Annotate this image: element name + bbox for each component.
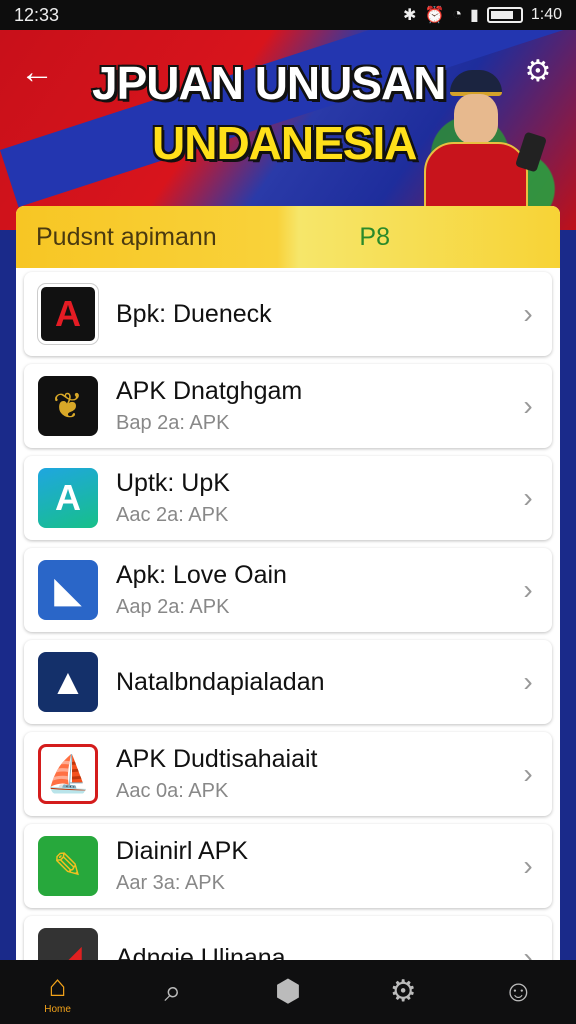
app-logo-icon: ▲	[38, 652, 98, 712]
app-name: Apk: Love Oain	[116, 561, 287, 589]
chevron-right-icon: ›	[523, 850, 533, 881]
list-item[interactable]: ✎ Diainirl APK Aar 3a: APK ›	[24, 824, 552, 908]
nav-settings[interactable]: ⚙	[363, 975, 443, 1009]
garuda-logo-icon: ❦	[38, 376, 98, 436]
chevron-right-icon: ›	[523, 482, 533, 513]
officer-face	[454, 94, 498, 144]
user-icon: ☺	[503, 975, 534, 1008]
chevron-right-icon: ›	[523, 666, 533, 697]
chevron-right-icon: ›	[523, 758, 533, 789]
app-name: APK Dudtisahaiait	[116, 745, 318, 773]
app-subtitle: Bap 2a: APK	[116, 412, 230, 434]
panel-title: Pudsnt apimann	[36, 222, 217, 251]
banner-title-line1: JPUAN UNUSAN	[92, 57, 446, 109]
app-name: Uptk: UpK	[116, 469, 230, 497]
app-logo-icon: ⛵	[38, 744, 98, 804]
signal-icon: ▮	[470, 7, 479, 24]
header-banner: ← ⚙ JPUAN UNUSAN UNDANESIA	[0, 30, 576, 230]
list-item[interactable]: A Uptk: UpK Aac 2a: APK ›	[24, 456, 552, 540]
app-subtitle: Aac 0a: APK	[116, 780, 229, 802]
alarm-icon: ⏰	[424, 7, 445, 24]
panel-header: Pudsnt apimann P8	[16, 206, 560, 268]
box-icon: ⬢	[274, 975, 302, 1008]
officer-cap	[450, 70, 502, 96]
banner-title-line2: UNDANESIA	[152, 117, 417, 169]
back-arrow-icon[interactable]: ←	[20, 52, 60, 92]
list-item[interactable]: ⛵ APK Dudtisahaiait Aac 0a: APK ›	[24, 732, 552, 816]
bottom-navigation: ⌂ Home ⌕ ⬢ ⚙ ☺	[0, 960, 576, 1024]
home-icon: ⌂	[48, 969, 67, 1003]
list-item[interactable]: A Bpk: Dueneck ›	[24, 272, 552, 356]
list-item[interactable]: ▲ Natalbndapialadan ›	[24, 640, 552, 724]
status-icons: ✱ ⏰ ◔ ▮ 1:40	[403, 5, 562, 25]
app-list: A Bpk: Dueneck › ❦ APK Dnatghgam Bap 2a:…	[24, 272, 552, 1008]
app-subtitle: Aap 2a: APK	[116, 596, 230, 618]
app-name: Bpk: Dueneck	[116, 299, 272, 328]
chevron-right-icon: ›	[523, 390, 533, 421]
wifi-icon: ◔	[452, 6, 463, 23]
app-logo-icon: A	[38, 468, 98, 528]
battery-icon	[486, 7, 523, 23]
chevron-right-icon: ›	[523, 574, 533, 605]
app-list-panel: Pudsnt apimann P8 A Bpk: Dueneck › ❦ APK…	[16, 206, 560, 1024]
bluetooth-icon: ✱	[403, 7, 417, 24]
nav-profile[interactable]: ☺	[478, 975, 558, 1009]
app-name: APK Dnatghgam	[116, 377, 303, 405]
status-time-right: 1:40	[530, 6, 562, 23]
nav-packages[interactable]: ⬢	[248, 975, 328, 1009]
nav-home-label: Home	[44, 1003, 71, 1015]
search-icon: ⌕	[164, 975, 182, 1008]
status-time-left: 12:33	[14, 4, 60, 25]
app-logo-icon: A	[37, 283, 99, 345]
app-subtitle: Aac 2a: APK	[116, 504, 229, 526]
chevron-right-icon: ›	[523, 298, 533, 329]
app-name: Diainirl APK	[116, 837, 248, 865]
nav-home[interactable]: ⌂ Home	[18, 970, 98, 1015]
nav-search[interactable]: ⌕	[133, 975, 213, 1009]
list-item[interactable]: ❦ APK Dnatghgam Bap 2a: APK ›	[24, 364, 552, 448]
app-logo-icon: ✎	[38, 836, 98, 896]
gear-icon: ⚙	[389, 975, 417, 1008]
panel-count: P8	[359, 222, 390, 251]
search-settings-icon[interactable]: ⚙	[518, 52, 558, 92]
status-bar: 12:33 ✱ ⏰ ◔ ▮ 1:40	[0, 0, 576, 30]
app-logo-icon: ◣	[38, 560, 98, 620]
app-name: Natalbndapialadan	[116, 667, 325, 696]
app-subtitle: Aar 3a: APK	[116, 872, 225, 894]
list-item[interactable]: ◣ Apk: Love Oain Aap 2a: APK ›	[24, 548, 552, 632]
